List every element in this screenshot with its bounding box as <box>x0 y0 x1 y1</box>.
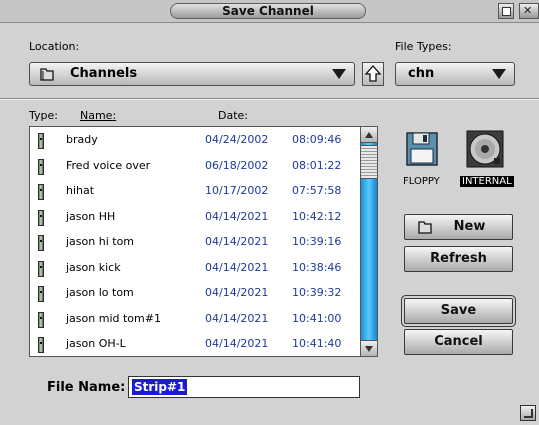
location-value: Channels <box>70 66 138 81</box>
parent-folder-button[interactable] <box>362 62 384 86</box>
file-name: jason OH-L <box>66 337 126 350</box>
up-arrow-icon <box>364 65 382 82</box>
file-time: 10:42:12 <box>292 209 342 223</box>
chevron-down-icon <box>492 69 506 79</box>
list-item[interactable]: jason HH 04/14/2021 10:42:12 <box>30 204 360 230</box>
file-time: 10:39:32 <box>292 286 342 299</box>
file-date: 10/17/2002 <box>205 184 269 197</box>
file-name: jason HH <box>66 209 116 223</box>
file-types-value: chn <box>408 66 435 81</box>
refresh-button[interactable]: Refresh <box>404 246 513 272</box>
channel-file-icon <box>38 235 44 251</box>
list-item[interactable]: brady 04/24/2002 08:09:46 <box>30 127 360 153</box>
file-name-label: File Name: <box>47 380 126 395</box>
file-name: jason kick <box>66 260 121 274</box>
channel-file-icon <box>38 184 44 200</box>
file-name: jason mid tom#1 <box>66 311 161 325</box>
list-item[interactable]: jason hi tom 04/14/2021 10:39:16 <box>30 229 360 255</box>
file-types-label: File Types: <box>395 40 452 53</box>
file-name-input[interactable]: Strip#1 <box>128 376 360 398</box>
file-date: 04/14/2021 <box>205 286 269 299</box>
title-bar[interactable]: Save Channel <box>0 0 539 23</box>
file-time: 10:39:16 <box>292 235 342 248</box>
file-name: brady <box>66 133 98 146</box>
list-item[interactable]: hihat 10/17/2002 07:57:58 <box>30 178 360 204</box>
file-date: 04/14/2021 <box>205 311 269 325</box>
scroll-up-button[interactable] <box>361 127 377 143</box>
list-item[interactable]: jason kick 04/14/2021 10:38:46 <box>30 255 360 281</box>
file-name: jason lo tom <box>66 286 134 299</box>
list-item[interactable]: Fred voice over 06/18/2002 08:01:22 <box>30 153 360 179</box>
file-time: 07:57:58 <box>292 184 342 197</box>
file-name: Fred voice over <box>66 158 151 172</box>
file-date: 04/14/2021 <box>205 209 269 223</box>
file-name: jason hi tom <box>66 235 135 248</box>
zoom-button[interactable] <box>498 3 514 19</box>
file-time: 08:09:46 <box>292 133 342 146</box>
new-label: New <box>453 219 486 234</box>
close-button[interactable] <box>519 3 539 19</box>
column-type-header[interactable]: Type: <box>29 109 58 122</box>
list-item[interactable]: jason mid tom#1 04/14/2021 10:41:00 <box>30 306 360 332</box>
new-folder-button[interactable]: New <box>404 214 513 240</box>
location-label: Location: <box>29 40 80 53</box>
internal-label[interactable]: INTERNAL <box>460 176 514 187</box>
floppy-label[interactable]: FLOPPY <box>403 176 440 187</box>
channel-file-icon <box>38 311 44 328</box>
hard-disk-icon[interactable] <box>466 130 504 168</box>
file-name: hihat <box>66 184 95 197</box>
list-scrollbar[interactable] <box>360 126 378 357</box>
file-types-popup[interactable]: chn <box>395 62 515 86</box>
column-name-header[interactable]: Name: <box>80 109 116 122</box>
file-time: 08:01:22 <box>292 158 342 172</box>
cancel-button[interactable]: Cancel <box>404 329 513 355</box>
channel-file-icon <box>38 209 44 226</box>
channel-file-icon <box>38 337 44 353</box>
list-item[interactable]: jason lo tom 04/14/2021 10:39:32 <box>30 280 360 306</box>
channel-file-icon <box>38 133 44 149</box>
save-button[interactable]: Save <box>404 298 513 324</box>
file-time: 10:41:00 <box>292 311 342 325</box>
file-name-value: Strip#1 <box>132 379 188 395</box>
channel-file-icon <box>38 260 44 277</box>
chevron-down-icon <box>332 69 346 79</box>
window-title: Save Channel <box>170 3 366 19</box>
channel-file-icon <box>38 286 44 302</box>
file-time: 10:38:46 <box>292 260 342 274</box>
save-channel-dialog: Save Channel Location: Channels File Typ… <box>0 0 539 425</box>
scroll-down-button[interactable] <box>361 340 377 356</box>
list-item[interactable]: jason OH-L 04/14/2021 10:41:40 <box>30 331 360 356</box>
channel-file-icon <box>38 158 44 175</box>
file-date: 04/14/2021 <box>205 260 269 274</box>
file-date: 06/18/2002 <box>205 158 269 172</box>
file-date: 04/24/2002 <box>205 133 269 146</box>
divider <box>0 98 539 100</box>
file-date: 04/14/2021 <box>205 337 269 350</box>
file-time: 10:41:40 <box>292 337 342 350</box>
file-list[interactable]: brady 04/24/2002 08:09:46 Fred voice over 06… <box>29 126 361 357</box>
scroll-thumb[interactable] <box>361 145 377 179</box>
column-date-header[interactable]: Date: <box>218 109 248 122</box>
floppy-icon[interactable] <box>406 132 438 166</box>
location-popup[interactable]: Channels <box>29 62 355 86</box>
folder-icon <box>40 68 54 81</box>
folder-icon <box>418 221 432 234</box>
file-date: 04/14/2021 <box>205 235 269 248</box>
resize-handle[interactable] <box>520 405 536 421</box>
